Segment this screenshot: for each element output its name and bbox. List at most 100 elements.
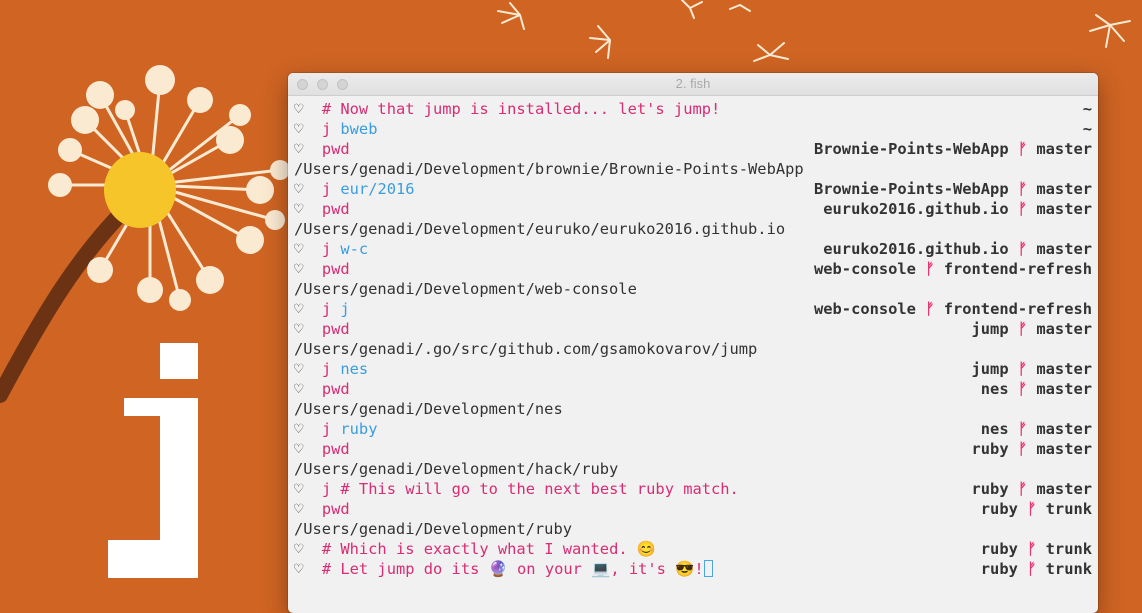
git-branch-name: master (1036, 380, 1092, 398)
right-prompt: ~ (1083, 99, 1092, 119)
git-branch-icon: ᚠ (1017, 420, 1028, 438)
line-content: ♡ j w-c (294, 239, 823, 259)
current-directory: web-console (814, 260, 916, 278)
output-line: /Users/genadi/.go/src/github.com/gsamoko… (294, 339, 1092, 359)
command-argument: j (340, 300, 350, 318)
command-argument: bweb (340, 120, 378, 138)
current-directory: Brownie-Points-WebApp (814, 140, 1009, 158)
current-directory: jump (971, 360, 1009, 378)
comment-text: # Which is exactly what I wanted. 😊 (321, 540, 657, 558)
prompt-line: ♡ pwd ruby ᚠ master (294, 439, 1092, 459)
git-branch-icon: ᚠ (1017, 380, 1028, 398)
right-prompt: Brownie-Points-WebApp ᚠ master (814, 139, 1092, 159)
command-argument: ruby (340, 420, 378, 438)
command-output: /Users/genadi/Development/hack/ruby (294, 460, 619, 478)
git-branch-icon: ᚠ (1017, 360, 1028, 378)
git-branch-icon: ᚠ (1017, 440, 1028, 458)
line-content: ♡ j j (294, 299, 814, 319)
prompt-line: ♡ j w-c euruko2016.github.io ᚠ master (294, 239, 1092, 259)
line-content: ♡ j # This will go to the next best ruby… (294, 479, 972, 499)
line-content: /Users/genadi/Development/ruby (294, 519, 1092, 539)
git-branch-name: trunk (1045, 500, 1092, 518)
right-prompt: ruby ᚠ master (972, 479, 1092, 499)
line-content: /Users/genadi/.go/src/github.com/gsamoko… (294, 339, 1092, 359)
prompt-heart-icon: ♡ (294, 420, 304, 438)
prompt-heart-icon: ♡ (294, 540, 304, 558)
prompt-line: ♡ pwd Brownie-Points-WebApp ᚠ master (294, 139, 1092, 159)
prompt-line: ♡ # Let jump do its 🔮 on your 💻, it's 😎!… (294, 559, 1092, 579)
prompt-line: ♡ j nes jump ᚠ master (294, 359, 1092, 379)
terminal-output[interactable]: ♡ # Now that jump is installed... let's … (288, 97, 1098, 613)
line-content: ♡ # Let jump do its 🔮 on your 💻, it's 😎! (294, 559, 981, 579)
line-content: ♡ pwd (294, 139, 814, 159)
current-directory: web-console (814, 300, 916, 318)
right-prompt: euruko2016.github.io ᚠ master (823, 199, 1092, 219)
prompt-heart-icon: ♡ (294, 560, 304, 578)
git-branch-icon: ᚠ (1027, 500, 1037, 518)
right-prompt: web-console ᚠ frontend-refresh (814, 259, 1092, 279)
git-branch-name: master (1036, 320, 1092, 338)
command-name: pwd (321, 320, 350, 338)
right-prompt: jump ᚠ master (972, 319, 1092, 339)
right-prompt: Brownie-Points-WebApp ᚠ master (814, 179, 1092, 199)
line-content: ♡ # Now that jump is installed... let's … (294, 99, 1083, 119)
prompt-line: ♡ j ruby nes ᚠ master (294, 419, 1092, 439)
line-content: /Users/genadi/Development/brownie/Browni… (294, 159, 1092, 179)
git-branch-icon: ᚠ (1017, 240, 1028, 258)
right-prompt: nes ᚠ master (981, 419, 1092, 439)
git-branch-name: frontend-refresh (943, 260, 1092, 278)
git-branch-icon: ᚠ (1017, 180, 1028, 198)
comment-text: # This will go to the next best ruby mat… (340, 480, 739, 498)
right-prompt: ruby ᚠ trunk (981, 559, 1092, 579)
right-prompt: jump ᚠ master (972, 359, 1092, 379)
git-branch-icon: ᚠ (1017, 320, 1028, 338)
git-branch-name: master (1036, 480, 1092, 498)
command-argument: eur/2016 (340, 180, 415, 198)
command-output: /Users/genadi/.go/src/github.com/gsamoko… (294, 340, 758, 358)
line-content: ♡ pwd (294, 319, 972, 339)
line-content: ♡ pwd (294, 379, 981, 399)
prompt-heart-icon: ♡ (294, 380, 304, 398)
prompt-heart-icon: ♡ (294, 500, 304, 518)
git-branch-name: master (1036, 240, 1092, 258)
right-prompt: web-console ᚠ frontend-refresh (814, 299, 1092, 319)
command-name: j (321, 300, 332, 318)
prompt-heart-icon: ♡ (294, 140, 304, 158)
line-content: ♡ pwd (294, 439, 972, 459)
command-name: pwd (321, 500, 350, 518)
prompt-heart-icon: ♡ (294, 240, 304, 258)
current-directory: ruby (980, 540, 1018, 558)
git-branch-icon: ᚠ (925, 300, 935, 318)
current-directory: ~ (1082, 120, 1092, 138)
command-name: j (321, 120, 332, 138)
right-prompt: ~ (1083, 119, 1092, 139)
line-content: ♡ j eur/2016 (294, 179, 814, 199)
prompt-heart-icon: ♡ (294, 300, 304, 318)
line-content: ♡ j ruby (294, 419, 981, 439)
prompt-line: ♡ pwd ruby ᚠ trunk (294, 499, 1092, 519)
current-directory: ruby (971, 440, 1009, 458)
current-directory: nes (980, 420, 1009, 438)
git-branch-name: master (1036, 200, 1092, 218)
line-content: /Users/genadi/Development/nes (294, 399, 1092, 419)
command-output: /Users/genadi/Development/ruby (294, 520, 572, 538)
window-titlebar[interactable]: 2. fish (288, 73, 1098, 96)
output-line: /Users/genadi/Development/euruko/euruko2… (294, 219, 1092, 239)
line-content: ♡ pwd (294, 199, 823, 219)
output-line: /Users/genadi/Development/ruby (294, 519, 1092, 539)
text-cursor[interactable] (703, 560, 713, 577)
prompt-line: ♡ # Which is exactly what I wanted. 😊 rub… (294, 539, 1092, 559)
command-name: pwd (321, 260, 350, 278)
command-output: /Users/genadi/Development/web-console (294, 280, 637, 298)
command-name: pwd (321, 380, 350, 398)
command-argument: w-c (340, 240, 369, 258)
prompt-heart-icon: ♡ (294, 180, 304, 198)
prompt-line: ♡ pwd web-console ᚠ frontend-refresh (294, 259, 1092, 279)
line-content: /Users/genadi/Development/euruko/euruko2… (294, 219, 1092, 239)
prompt-heart-icon: ♡ (294, 320, 304, 338)
output-line: /Users/genadi/Development/hack/ruby (294, 459, 1092, 479)
command-output: /Users/genadi/Development/nes (294, 400, 563, 418)
right-prompt: nes ᚠ master (981, 379, 1092, 399)
current-directory: ruby (980, 500, 1018, 518)
terminal-window[interactable]: 2. fish ♡ # Now that jump is installed..… (288, 73, 1098, 613)
